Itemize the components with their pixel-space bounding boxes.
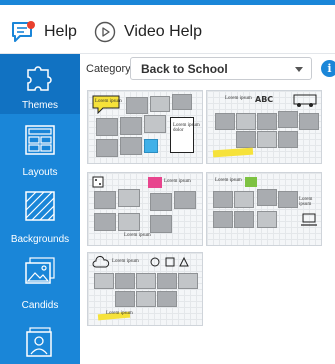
chevron-down-icon <box>295 67 303 72</box>
theme-thumbnail[interactable]: Lorem ipsum ABC <box>206 90 322 164</box>
photo-placeholder <box>157 273 177 289</box>
note-text: Lorem ipsum <box>112 259 139 264</box>
sidebar-item-label: Layouts <box>22 167 58 178</box>
photo-placeholder <box>96 118 118 136</box>
backgrounds-icon <box>25 191 55 221</box>
info-icon[interactable]: i <box>321 60 335 77</box>
photo-placeholder <box>118 213 140 231</box>
photo-placeholder <box>150 193 172 211</box>
sidebar: Themes Layouts Backgrounds Candids <box>0 54 80 364</box>
sidebar-item-themes[interactable]: Themes <box>0 54 80 114</box>
sticky-note <box>148 177 162 188</box>
photo-placeholder <box>136 273 156 289</box>
photo-placeholder <box>234 211 254 228</box>
photo-placeholder <box>213 211 233 228</box>
photo-placeholder <box>94 191 116 209</box>
photo-placeholder <box>115 273 135 289</box>
note-text: Lorem ipsum <box>299 197 313 207</box>
photo-placeholder <box>144 115 166 133</box>
help-button[interactable]: Help <box>10 18 77 46</box>
photo-placeholder <box>299 113 319 130</box>
category-label: Category: <box>86 63 134 75</box>
note-text: Lorem ipsum <box>95 99 122 104</box>
bus-doodle <box>293 94 317 107</box>
play-circle-icon <box>94 21 116 43</box>
photo-placeholder <box>118 189 140 207</box>
video-help-label: Video Help <box>124 23 202 40</box>
image-icon <box>25 257 55 284</box>
photo-placeholder <box>278 131 298 148</box>
sidebar-item-label: Themes <box>21 100 59 111</box>
photo-placeholder <box>257 189 277 206</box>
photo-placeholder <box>236 131 256 148</box>
chat-help-icon <box>12 21 35 42</box>
photo-placeholder <box>94 273 114 289</box>
highlighter-doodle <box>212 147 254 158</box>
photo-placeholder <box>126 97 148 114</box>
layout-icon <box>25 125 55 155</box>
theme-thumbnail[interactable]: Lorem ipsum Lorem ipsum <box>87 252 203 326</box>
note-text: Lorem ipsum <box>124 233 151 238</box>
photo-placeholder <box>150 96 170 112</box>
doodle-icons <box>150 256 189 267</box>
laptop-doodle <box>301 213 317 226</box>
note-text: ABC <box>255 95 274 104</box>
sidebar-item-label: Backgrounds <box>10 234 70 245</box>
video-help-button[interactable]: Video Help <box>94 18 202 46</box>
dice-doodle <box>92 176 104 188</box>
sidebar-item-label: Candids <box>21 300 59 311</box>
photo-placeholder <box>178 273 198 289</box>
photo-placeholder <box>257 113 277 130</box>
photo-placeholder <box>157 291 177 307</box>
photo-placeholder <box>174 191 196 209</box>
photo-placeholder <box>136 291 156 307</box>
theme-thumbnail[interactable]: Lorem ipsum Lorem ipsum <box>87 172 203 246</box>
photo-placeholder <box>215 113 235 130</box>
photo-placeholder <box>120 117 142 135</box>
photo-placeholder <box>213 191 233 208</box>
sticky-note <box>144 139 158 153</box>
sidebar-item-portraits[interactable] <box>0 322 80 364</box>
sticky-note <box>245 177 257 187</box>
category-bar: Category: Back to School i <box>80 54 335 84</box>
note-text: Lorem ipsum <box>106 311 133 316</box>
note-text: Lorem ipsum <box>215 178 242 183</box>
category-value: Back to School <box>141 62 228 76</box>
sidebar-item-layouts[interactable]: Layouts <box>0 116 80 180</box>
cloud-doodle <box>92 256 110 268</box>
portrait-icon <box>26 327 52 357</box>
photo-placeholder <box>257 211 277 228</box>
speech-bubble-doodle <box>92 95 120 114</box>
photo-placeholder <box>278 191 298 208</box>
note-text: Lorem ipsum <box>164 179 191 184</box>
sidebar-item-candids[interactable]: Candids <box>0 252 80 316</box>
puzzle-icon <box>27 66 52 91</box>
photo-placeholder <box>234 191 254 208</box>
photo-placeholder <box>94 213 116 231</box>
theme-thumbnail[interactable]: Lorem ipsum Lorem ipsum dolor <box>87 90 203 164</box>
photo-placeholder <box>172 94 192 110</box>
photo-placeholder <box>120 137 142 155</box>
sidebar-item-backgrounds[interactable]: Backgrounds <box>0 184 80 248</box>
help-label: Help <box>44 23 77 40</box>
photo-placeholder <box>278 111 298 128</box>
photo-placeholder <box>96 139 118 157</box>
theme-thumbnail[interactable]: Lorem ipsum Lorem ipsum <box>206 172 322 246</box>
help-bar: Help Video Help <box>0 5 335 54</box>
note-text: Lorem ipsum dolor <box>173 123 200 133</box>
category-dropdown[interactable]: Back to School <box>130 57 312 80</box>
photo-placeholder <box>257 131 277 148</box>
photo-placeholder <box>115 291 135 307</box>
note-text: Lorem ipsum <box>225 96 252 101</box>
photo-placeholder <box>150 215 172 233</box>
photo-placeholder <box>236 113 256 130</box>
